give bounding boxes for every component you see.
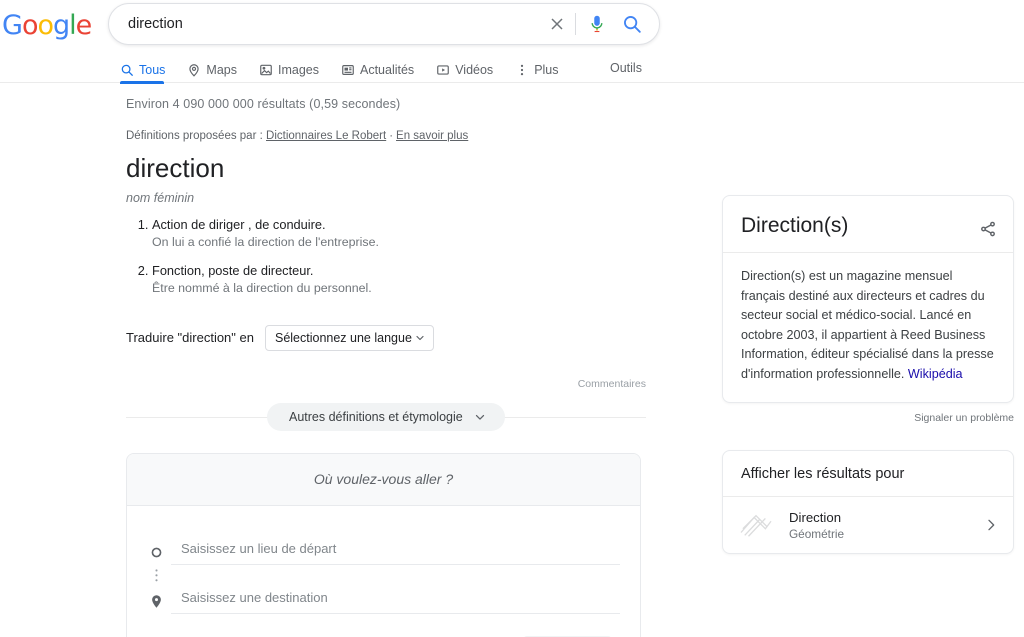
attribution-prefix: Définitions proposées par : bbox=[126, 130, 263, 142]
knowledge-panel-description: Direction(s) est un magazine mensuel fra… bbox=[723, 253, 1013, 402]
search-bar[interactable] bbox=[108, 3, 660, 45]
definition-example: On lui a confié la direction de l'entrep… bbox=[152, 235, 379, 250]
more-vertical-icon bbox=[515, 63, 529, 77]
logo-letter-g1: G bbox=[2, 10, 23, 41]
image-icon bbox=[259, 63, 273, 77]
nav-tabs: Tous Maps Images Actualités Vidéos Plus bbox=[120, 57, 559, 84]
search-icon[interactable] bbox=[619, 11, 645, 37]
language-select-value: Sélectionnez une langue bbox=[274, 330, 412, 345]
tab-images[interactable]: Images bbox=[259, 57, 319, 83]
translate-row: Traduire "direction" en Sélectionnez une… bbox=[126, 324, 646, 351]
dots-vertical-icon bbox=[141, 565, 171, 589]
definition-example: Être nommé à la direction du personnel. bbox=[152, 281, 372, 296]
chevron-right-icon bbox=[983, 517, 999, 533]
knowledge-panel-column: Direction(s) Direction(s) est un magazin… bbox=[722, 195, 1014, 555]
attribution-separator: · bbox=[389, 130, 394, 142]
page-header: Google bbox=[0, 0, 1024, 48]
refine-card-item[interactable]: Direction Géométrie bbox=[723, 497, 1013, 553]
destination-field[interactable] bbox=[171, 588, 620, 614]
definition-item: Action de diriger , de conduire. On lui … bbox=[152, 216, 646, 251]
translate-label: Traduire "direction" en bbox=[126, 330, 254, 346]
more-definitions-section: Autres définitions et étymologie bbox=[126, 402, 646, 431]
knowledge-panel: Direction(s) Direction(s) est un magazin… bbox=[722, 195, 1014, 404]
origin-input[interactable] bbox=[179, 539, 620, 557]
feedback-row: Commentaires bbox=[126, 378, 646, 392]
logo-letter-o1: o bbox=[21, 10, 39, 41]
expander-label: Autres définitions et étymologie bbox=[289, 409, 463, 424]
refine-item-title: Direction bbox=[789, 510, 842, 526]
connector-row bbox=[141, 565, 620, 589]
definition-attribution: Définitions proposées par : Dictionnaire… bbox=[126, 130, 646, 142]
wikipedia-link[interactable]: Wikipédia bbox=[908, 367, 963, 381]
news-icon bbox=[341, 63, 355, 77]
attribution-more-link[interactable]: En savoir plus bbox=[396, 130, 468, 142]
part-of-speech: nom féminin bbox=[126, 190, 195, 205]
logo-letter-o2: o bbox=[37, 10, 54, 41]
destination-row bbox=[141, 588, 620, 614]
refine-item-texts: Direction Géométrie bbox=[789, 509, 983, 541]
attribution-source-link[interactable]: Dictionnaires Le Robert bbox=[266, 130, 386, 142]
tab-actualites[interactable]: Actualités bbox=[341, 57, 414, 83]
knowledge-panel-header: Direction(s) bbox=[723, 196, 1013, 254]
tab-label: Maps bbox=[206, 63, 237, 77]
directions-card: Où voulez-vous aller ? Saisissez un lieu… bbox=[126, 452, 641, 637]
directions-card-header: Où voulez-vous aller ? bbox=[127, 453, 640, 506]
language-select[interactable]: Sélectionnez une langue bbox=[264, 324, 434, 351]
tools-button[interactable]: Outils bbox=[610, 61, 642, 75]
definition-sense: Fonction, poste de directeur. bbox=[152, 262, 314, 278]
definition-list: Action de diriger , de conduire. On lui … bbox=[130, 216, 646, 297]
description-text: Direction(s) est un magazine mensuel fra… bbox=[741, 269, 994, 381]
map-pin-filled-icon bbox=[141, 594, 171, 609]
sketch-thumbnail-icon bbox=[737, 510, 775, 540]
destination-input[interactable] bbox=[179, 588, 620, 606]
tab-label: Vidéos bbox=[455, 63, 494, 77]
tab-maps[interactable]: Maps bbox=[187, 57, 237, 83]
tab-videos[interactable]: Vidéos bbox=[436, 57, 493, 83]
microphone-icon[interactable] bbox=[585, 11, 609, 37]
tab-plus[interactable]: Plus bbox=[515, 57, 559, 83]
refine-item-subtitle: Géométrie bbox=[789, 527, 845, 542]
tab-label: Images bbox=[277, 63, 319, 77]
definition-item: Fonction, poste de directeur. Être nommé… bbox=[152, 262, 646, 297]
definition-word: direction bbox=[126, 153, 225, 183]
logo-letter-e: e bbox=[75, 10, 93, 41]
tab-tous[interactable]: Tous bbox=[120, 57, 166, 84]
report-problem-link[interactable]: Signaler un problème bbox=[722, 412, 1014, 424]
chevron-down-icon bbox=[473, 410, 487, 424]
nav-tabs-bar: Tous Maps Images Actualités Vidéos Plus … bbox=[0, 57, 1024, 84]
more-definitions-expander[interactable]: Autres définitions et étymologie bbox=[267, 402, 505, 431]
video-icon bbox=[436, 63, 450, 77]
search-icon bbox=[120, 63, 134, 77]
origin-row bbox=[141, 539, 620, 565]
logo-letter-g2: g bbox=[53, 10, 70, 41]
knowledge-panel-title: Direction(s) bbox=[741, 214, 849, 237]
search-input[interactable] bbox=[126, 15, 543, 33]
map-pin-icon bbox=[187, 63, 201, 77]
definition-sense: Action de diriger , de conduire. bbox=[152, 216, 326, 232]
share-icon[interactable] bbox=[979, 220, 997, 238]
directions-actions: Itinéraire bbox=[141, 614, 620, 637]
close-icon[interactable] bbox=[543, 10, 571, 38]
refine-card-header: Afficher les résultats pour bbox=[723, 451, 1013, 498]
circle-outline-icon bbox=[141, 545, 171, 560]
chevron-down-icon bbox=[414, 332, 426, 344]
tab-label: Tous bbox=[139, 63, 166, 77]
tab-label: Actualités bbox=[359, 63, 415, 77]
feedback-link[interactable]: Commentaires bbox=[578, 378, 646, 390]
google-logo[interactable]: Google bbox=[2, 10, 93, 41]
tab-label: Plus bbox=[534, 63, 559, 77]
origin-field[interactable] bbox=[171, 539, 620, 565]
search-divider bbox=[575, 13, 576, 35]
directions-card-body: Itinéraire bbox=[127, 506, 640, 637]
refine-results-card: Afficher les résultats pour Direction Gé… bbox=[722, 450, 1014, 555]
result-stats: Environ 4 090 000 000 résultats (0,59 se… bbox=[126, 97, 401, 111]
main-results-column: Environ 4 090 000 000 résultats (0,59 se… bbox=[126, 97, 646, 637]
